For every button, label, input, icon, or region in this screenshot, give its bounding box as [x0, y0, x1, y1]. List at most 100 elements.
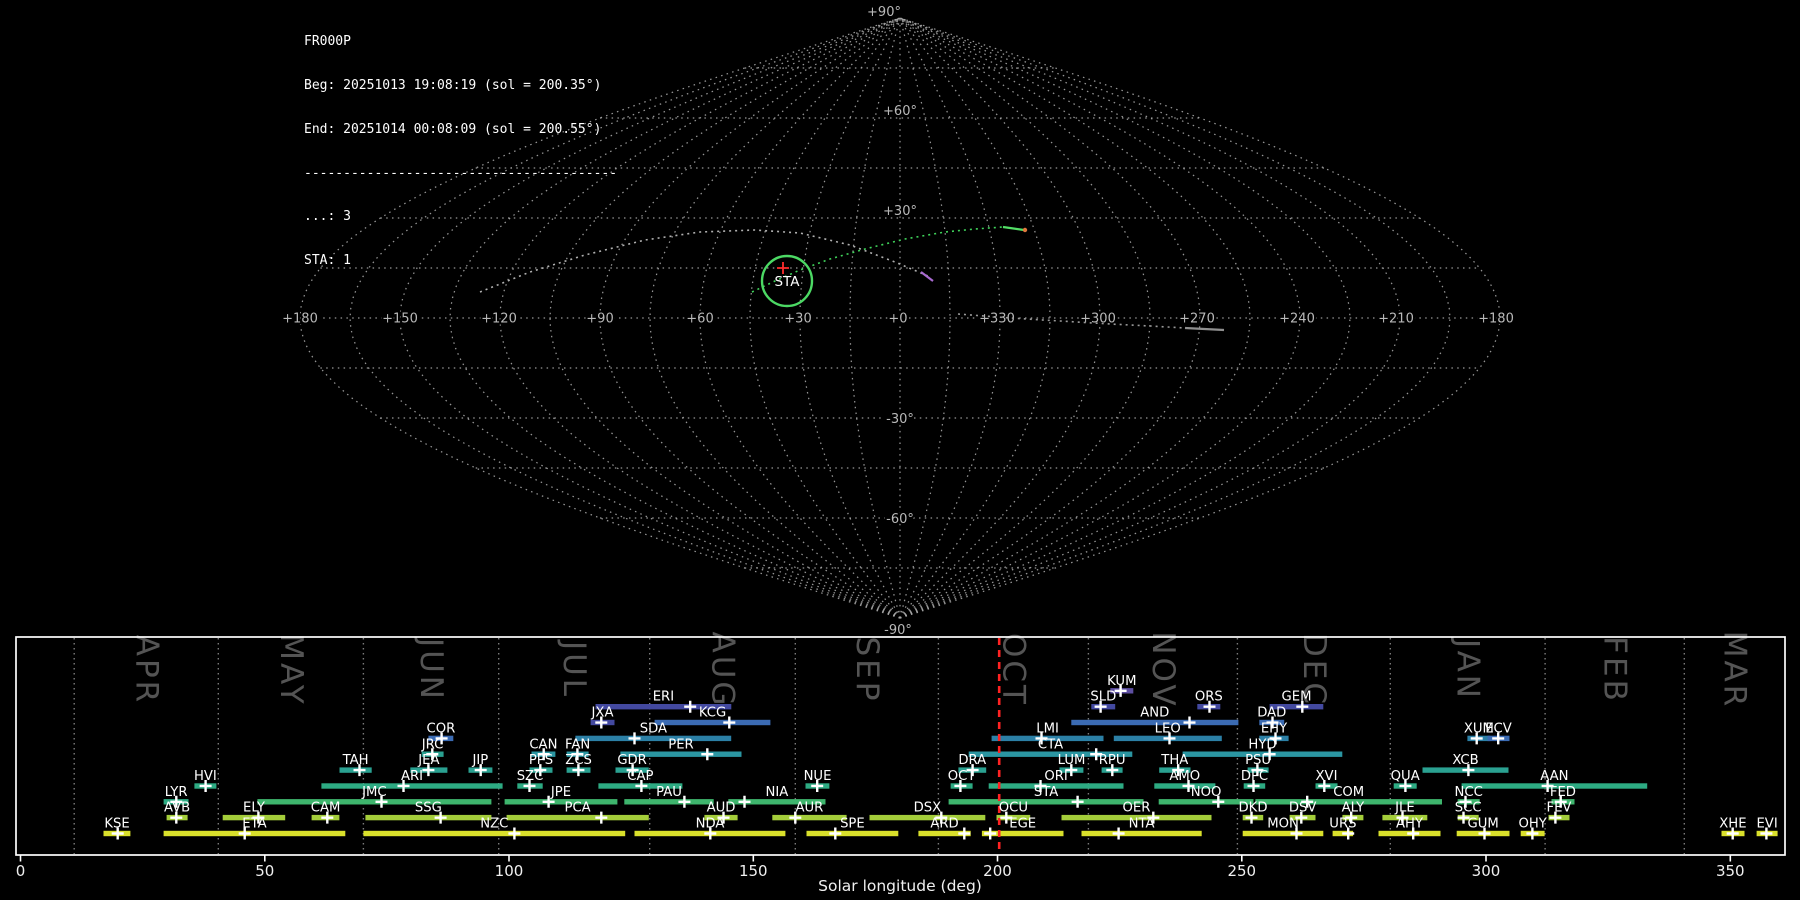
shower-label-DPC: DPC: [1241, 769, 1268, 784]
shower-bar-SSG: [365, 814, 492, 821]
shower-label-JIP: JIP: [472, 753, 489, 768]
axis-tick-label: 200: [983, 862, 1012, 880]
longitude-label: +90: [586, 312, 613, 327]
shower-label-SSG: SSG: [415, 801, 442, 816]
shower-label-OHY: OHY: [1519, 817, 1548, 832]
shower-bar-ARI: [321, 783, 503, 789]
longitude-label: +180: [1478, 312, 1514, 327]
shower-label-ETA: ETA: [242, 817, 266, 832]
station-code: FR000P: [304, 34, 351, 50]
shower-label-ORI: ORI: [1044, 769, 1067, 784]
shower-label-AHY: AHY: [1396, 817, 1424, 832]
shower-label-KSE: KSE: [104, 817, 129, 832]
latitude-label: -60°: [886, 512, 914, 527]
month-label: JUL: [556, 639, 592, 699]
shower-label-SLD: SLD: [1090, 690, 1116, 705]
sta-radiant: STA: [760, 254, 814, 308]
shower-bar-PCA: [506, 814, 649, 821]
shower-label-ELY: ELY: [243, 801, 266, 816]
shower-label-SPE: SPE: [840, 817, 865, 832]
shower-bar-STA: [948, 799, 1144, 805]
longitude-label: +150: [382, 312, 418, 327]
axis-tick-label: 150: [739, 862, 768, 880]
sta-count: STA: 1: [304, 253, 351, 269]
shower-code-labels: KSE ETA NZC NDA SPE ARD EGE NTA MON URS AHY GUM OHY X…: [104, 674, 1777, 832]
shower-label-KCG: KCG: [699, 706, 726, 721]
shower-label-SDA: SDA: [640, 721, 667, 736]
peak-marker-ARD: [958, 827, 971, 840]
south-pole-label: -90°: [884, 623, 912, 638]
longitude-label: +210: [1378, 312, 1414, 327]
shower-label-NZC: NZC: [480, 817, 508, 832]
shower-label-RPU: RPU: [1099, 753, 1126, 768]
shower-trail-green-tip: [1002, 225, 1025, 232]
plot-canvas: +180 +150 +120 +90 +60 +30 +0 +330 +300 +270 +240 +…: [15, 3, 1786, 895]
peak-marker-PER: [701, 748, 714, 761]
shower-bar-ETA: [163, 830, 346, 837]
x-axis-title: Solar longitude (deg): [818, 877, 982, 895]
shower-label-PAU: PAU: [656, 785, 682, 800]
axis-tick-label: 0: [16, 862, 26, 880]
shower-label-JEA: JEA: [417, 753, 439, 768]
shower-label-JMC: JMC: [361, 785, 386, 800]
end-time: End: 20251014 00:08:09 (sol = 200.55°): [304, 121, 602, 137]
meteor-activity-screen: +180 +150 +120 +90 +60 +30 +0 +330 +300 +270 +240 +…: [0, 0, 1800, 900]
shower-label-XHE: XHE: [1719, 817, 1746, 832]
shower-label-DKD: DKD: [1239, 801, 1268, 816]
month-label: MAR: [1717, 631, 1753, 710]
peak-marker-ERI: [684, 700, 697, 713]
shower-label-HVI: HVI: [194, 769, 217, 784]
shower-label-THA: THA: [1160, 753, 1188, 768]
shower-label-MON: MON: [1267, 817, 1299, 832]
shower-label-DAD: DAD: [1257, 706, 1286, 721]
shower-bar-MON: [1242, 830, 1324, 837]
shower-label-TAH: TAH: [342, 753, 369, 768]
latitude-label: +30°: [883, 204, 917, 219]
shower-label-CAN: CAN: [529, 737, 557, 752]
month-label: OCT: [995, 633, 1031, 707]
shower-label-JXA: JXA: [591, 706, 614, 721]
peak-marker-EGE: [984, 827, 997, 840]
shower-label-AUR: AUR: [795, 801, 823, 816]
shower-label-JPE: JPE: [550, 785, 571, 800]
shower-label-PPS: PPS: [529, 753, 553, 768]
shower-label-ARI: ARI: [401, 769, 423, 784]
longitude-label: +240: [1279, 312, 1315, 327]
shower-label-NTA: NTA: [1129, 817, 1155, 832]
shower-bar-SPE: [806, 830, 899, 837]
latitude-label: -30°: [886, 412, 914, 427]
longitude-label: +120: [481, 312, 517, 327]
shower-label-OCT: OCT: [948, 769, 977, 784]
shower-label-CAM: CAM: [311, 801, 341, 816]
longitude-label: +60: [686, 312, 713, 327]
shower-label-GUM: GUM: [1467, 817, 1498, 832]
peak-marker-AND: [1183, 716, 1196, 729]
longitude-label: +180: [282, 312, 318, 327]
shower-label-HYD: HYD: [1248, 737, 1276, 752]
month-label: JAN: [1450, 637, 1486, 701]
shower-label-AVB: AVB: [164, 801, 190, 816]
shower-label-CTA: CTA: [1038, 737, 1063, 752]
peak-marker-PCA: [595, 811, 608, 824]
peak-marker-NTA: [1112, 827, 1125, 840]
shower-label-PCA: PCA: [565, 801, 591, 816]
shower-label-DRA: DRA: [958, 753, 986, 768]
month-label: SEP: [849, 637, 885, 704]
shower-label-AUD: AUD: [707, 801, 736, 816]
axis-tick-label: 300: [1472, 862, 1501, 880]
shower-label-JRC: JRC: [421, 737, 444, 752]
shower-label-DSV: DSV: [1289, 801, 1317, 816]
shower-label-ARD: ARD: [930, 817, 958, 832]
shower-label-ORS: ORS: [1195, 690, 1223, 705]
shower-label-XVI: XVI: [1316, 769, 1338, 784]
shower-label-OER: OER: [1123, 801, 1151, 816]
sporadic-count: ...: 3: [304, 209, 351, 225]
shower-label-LUM: LUM: [1058, 753, 1086, 768]
peak-marker-STA: [1071, 795, 1084, 808]
sporadic-trail-east-tip: [1184, 326, 1225, 332]
shower-label-JLE: JLE: [1394, 801, 1415, 816]
shower-label-STA: STA: [1034, 785, 1058, 800]
axis-tick-label: 100: [495, 862, 524, 880]
shower-label-NOO: NOO: [1191, 785, 1222, 800]
shower-label-ALY: ALY: [1342, 801, 1366, 816]
